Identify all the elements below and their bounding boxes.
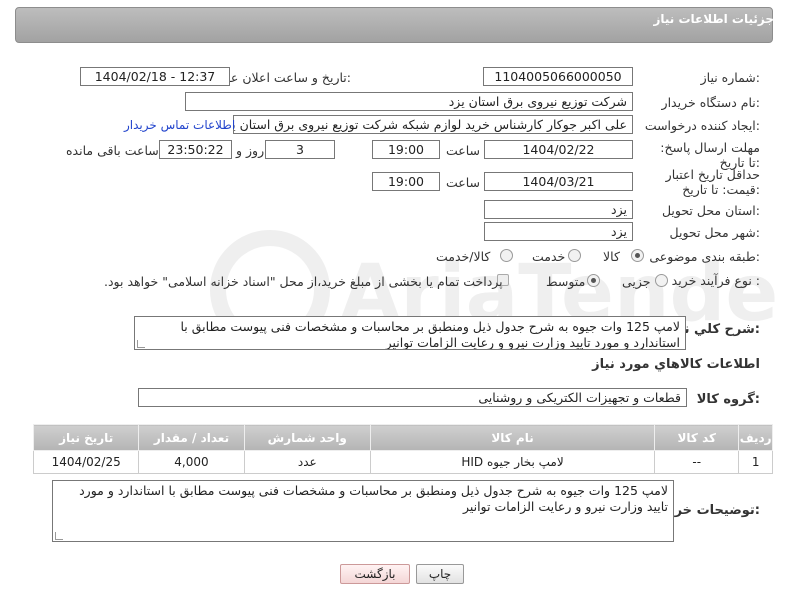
goods-table: ردیف کد کالا نام کالا واحد شمارش تعداد /… — [32, 424, 773, 474]
price-validity-date: 1404/03/21 — [484, 172, 633, 191]
remaining-time-field: 23:50:22 — [159, 140, 232, 159]
delivery-city-field: یزد — [484, 222, 633, 241]
category-option-goods-service: کالا/خدمت — [436, 249, 491, 264]
reply-days-label: روز و — [236, 143, 265, 158]
category-option-service: خدمت — [532, 249, 566, 264]
col-header-item-name: نام کالا — [369, 424, 656, 451]
reply-days-field: 3 — [265, 140, 335, 159]
process-radio-minor[interactable] — [655, 274, 668, 287]
category-option-goods: کالا — [603, 249, 620, 264]
col-header-row-number: ردیف — [738, 424, 773, 451]
col-header-need-date: تاریخ نیاز — [32, 424, 140, 451]
page-title: جزئیات اطلاعات نیاز — [653, 12, 774, 26]
buyer-notes-text: لامپ 125 وات جیوه به شرح جدول ذیل ومنطبق… — [79, 483, 668, 514]
purchase-process-label: نوع فرآیند خرید : — [671, 273, 760, 288]
cell-quantity: 4,000 — [138, 450, 245, 474]
reply-deadline-label: مهلت ارسال پاسخ: تا تاریخ: — [660, 140, 760, 170]
buyer-org-label: نام دستگاه خریدار: — [661, 95, 760, 110]
reply-deadline-time: 19:00 — [372, 140, 440, 159]
resize-grip[interactable] — [137, 340, 145, 348]
goods-group-field: قطعات و تجهیزات الکتریکی و روشنایی — [138, 388, 687, 407]
table-header-row: ردیف کد کالا نام کالا واحد شمارش تعداد /… — [32, 424, 773, 451]
buyer-org-field: شرکت توزیع نیروی برق استان یزد — [185, 92, 633, 111]
cell-need-date: 1404/02/25 — [32, 450, 140, 474]
treasury-payment-note: پرداخت تمام یا بخشی از مبلغ خرید،از محل … — [104, 274, 503, 289]
category-label: طبقه بندی موضوعی: — [649, 249, 760, 264]
back-button[interactable]: بازگشت — [340, 564, 410, 584]
print-button[interactable]: چاپ — [416, 564, 464, 584]
price-validity-time-label: ساعت — [446, 175, 481, 190]
buyer-notes-textarea[interactable]: لامپ 125 وات جیوه به شرح جدول ذیل ومنطبق… — [52, 480, 674, 542]
resize-grip[interactable] — [55, 532, 63, 540]
cell-row-number: 1 — [738, 450, 773, 474]
cell-item-code: -- — [654, 450, 740, 474]
need-number-field: 1104005066000050 — [483, 67, 633, 86]
general-desc-text: لامپ 125 وات جیوه به شرح جدول ذیل ومنطبق… — [180, 319, 680, 350]
delivery-province-label: استان محل تحویل: — [661, 203, 760, 218]
table-row: 1 -- لامپ بخار جیوه HID عدد 4,000 1404/0… — [32, 450, 773, 474]
delivery-city-label: شهر محل تحویل: — [669, 225, 760, 240]
announce-datetime-field: 1404/02/18 - 12:37 — [80, 67, 230, 86]
cell-unit: عدد — [243, 450, 371, 474]
price-validity-label: حداقل تاریخ اعتبار قیمت: تا تاریخ: — [665, 167, 760, 197]
need-number-label: شماره نیاز: — [700, 70, 760, 85]
goods-section-title: اطلاعات کالاهاي مورد نياز — [592, 357, 760, 372]
general-desc-textarea[interactable]: لامپ 125 وات جیوه به شرح جدول ذیل ومنطبق… — [134, 316, 686, 350]
reply-deadline-date: 1404/02/22 — [484, 140, 633, 159]
col-header-item-code: کد کالا — [654, 424, 740, 451]
delivery-province-field: یزد — [484, 200, 633, 219]
process-option-minor: جزیی — [622, 274, 651, 289]
goods-group-label: گروه کالا: — [696, 392, 760, 407]
category-radio-service[interactable] — [568, 249, 581, 262]
goods-table-wrapper: ردیف کد کالا نام کالا واحد شمارش تعداد /… — [32, 424, 773, 474]
requester-label: ایجاد کننده درخواست: — [644, 118, 760, 133]
buyer-contact-link[interactable]: اطلاعات تماس خریدار — [124, 118, 235, 132]
col-header-quantity: تعداد / مقدار — [138, 424, 245, 451]
price-validity-time: 19:00 — [372, 172, 440, 191]
category-radio-goods[interactable] — [631, 249, 644, 262]
process-radio-medium[interactable] — [587, 274, 600, 287]
col-header-unit: واحد شمارش — [243, 424, 371, 451]
requester-field: علی اکبر جوکار کارشناس خرید لوازم شبکه ش… — [233, 115, 633, 134]
reply-time-label: ساعت — [446, 143, 481, 158]
process-option-medium: متوسط — [546, 274, 586, 289]
cell-item-name: لامپ بخار جیوه HID — [369, 450, 656, 474]
remaining-time-label: ساعت باقی مانده — [66, 143, 159, 158]
category-radio-goods-service[interactable] — [500, 249, 513, 262]
